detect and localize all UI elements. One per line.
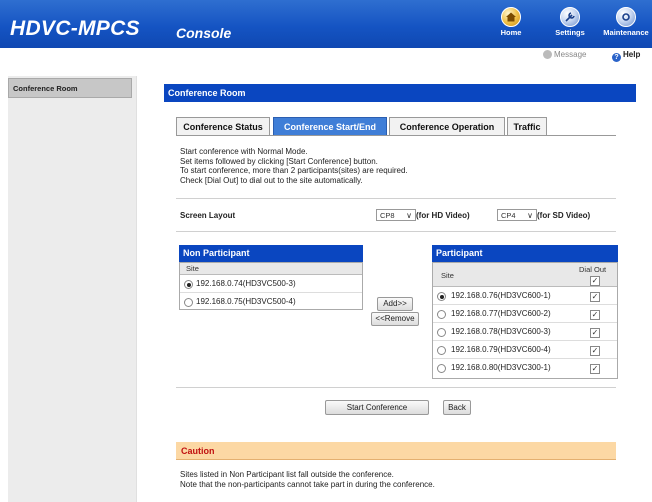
maintenance-icon	[616, 7, 636, 27]
row-site: 192.168.0.79(HD3VC600-4)	[451, 345, 551, 354]
description-line: Start conference with Normal Mode.	[180, 147, 308, 156]
table-row[interactable]: 192.168.0.79(HD3VC600-4) ✓	[433, 341, 617, 359]
message-link[interactable]: Message	[543, 50, 586, 59]
row-site: 192.168.0.77(HD3VC600-2)	[451, 309, 551, 318]
non-participant-site-header: Site	[180, 263, 362, 275]
message-label: Message	[554, 50, 587, 59]
hd-video-note: (for HD Video)	[416, 211, 470, 220]
description-line: Check [Dial Out] to dial out to the site…	[180, 175, 363, 185]
app-logo: HDVC-MPCS	[10, 17, 140, 40]
sd-layout-value: CP4	[501, 211, 516, 220]
caution-line: Sites listed in Non Participant list fal…	[180, 470, 394, 479]
tab-conference-operation[interactable]: Conference Operation	[389, 117, 505, 135]
divider	[176, 198, 616, 199]
home-button[interactable]: Home	[498, 7, 524, 37]
dial-out-all-checkbox[interactable]: ✓	[590, 276, 600, 286]
start-conference-button[interactable]: Start Conference	[325, 400, 429, 415]
settings-icon	[560, 7, 580, 27]
participant-table: Site Dial Out ✓ 192.168.0.76(HD3VC600-1)…	[432, 262, 618, 379]
description-line: To start conference, more than 2 partici…	[180, 166, 408, 175]
tab-underline	[176, 135, 616, 136]
maintenance-button[interactable]: Maintenance	[600, 7, 652, 37]
dial-out-checkbox[interactable]: ✓	[590, 364, 600, 374]
row-radio[interactable]	[437, 310, 446, 319]
participant-column-header: Site Dial Out ✓	[433, 263, 617, 287]
tab-conference-start-end[interactable]: Conference Start/End	[273, 117, 387, 135]
sd-layout-select[interactable]: CP4 ∨	[497, 209, 537, 221]
description: Start conference with Normal Mode. Set i…	[180, 147, 408, 185]
back-button[interactable]: Back	[443, 400, 471, 415]
dial-out-checkbox[interactable]: ✓	[590, 310, 600, 320]
dial-out-checkbox[interactable]: ✓	[590, 328, 600, 338]
table-row[interactable]: 192.168.0.77(HD3VC600-2) ✓	[433, 305, 617, 323]
dial-out-checkbox[interactable]: ✓	[590, 346, 600, 356]
divider	[176, 387, 616, 388]
sidebar: Conference Room	[8, 76, 137, 502]
home-label: Home	[500, 28, 522, 37]
row-radio[interactable]	[437, 292, 446, 301]
section-title: Console	[176, 25, 232, 41]
row-site: 192.168.0.80(HD3VC300-1)	[451, 363, 551, 372]
table-row[interactable]: 192.168.0.76(HD3VC600-1) ✓	[433, 287, 617, 305]
settings-label: Settings	[555, 28, 585, 37]
divider	[176, 231, 616, 232]
tab-traffic[interactable]: Traffic	[507, 117, 547, 135]
row-site: 192.168.0.78(HD3VC600-3)	[451, 327, 551, 336]
description-line: Set items followed by clicking [Start Co…	[180, 156, 378, 166]
dial-out-header: Dial Out	[579, 265, 607, 274]
app-header: HDVC-MPCS Console Home Settings Maintena…	[0, 0, 652, 48]
screen-layout-label: Screen Layout	[180, 211, 236, 220]
settings-button[interactable]: Settings	[552, 7, 588, 37]
sidebar-item-conference-room[interactable]: Conference Room	[8, 78, 132, 98]
table-row[interactable]: 192.168.0.80(HD3VC300-1) ✓	[433, 359, 617, 377]
help-link[interactable]: ? Help	[612, 50, 640, 62]
row-site: 192.168.0.75(HD3VC500-4)	[196, 297, 296, 306]
table-row[interactable]: 192.168.0.78(HD3VC600-3) ✓	[433, 323, 617, 341]
maintenance-label: Maintenance	[603, 28, 649, 37]
sd-video-note: (for SD Video)	[537, 211, 591, 220]
participant-header: Participant	[432, 245, 618, 262]
row-site: 192.168.0.76(HD3VC600-1)	[451, 291, 551, 300]
chevron-down-icon: ∨	[527, 211, 533, 220]
message-icon	[543, 50, 552, 59]
row-radio[interactable]	[437, 346, 446, 355]
home-icon	[501, 7, 521, 27]
row-site: 192.168.0.74(HD3VC500-3)	[196, 279, 296, 288]
hd-layout-value: CP8	[380, 211, 395, 220]
caution-line: Note that the non-participants cannot ta…	[180, 479, 435, 489]
participant-site-header: Site	[441, 271, 454, 280]
remove-button[interactable]: <<Remove	[371, 312, 419, 326]
table-row[interactable]: 192.168.0.74(HD3VC500-3)	[180, 275, 362, 293]
tab-conference-status[interactable]: Conference Status	[176, 117, 270, 135]
help-label: Help	[623, 50, 641, 59]
add-button[interactable]: Add>>	[377, 297, 413, 311]
hd-layout-select[interactable]: CP8 ∨	[376, 209, 416, 221]
row-radio[interactable]	[184, 280, 193, 289]
non-participant-table: Site 192.168.0.74(HD3VC500-3) 192.168.0.…	[179, 262, 363, 310]
page-title: Conference Room	[164, 84, 636, 102]
caution-header: Caution	[176, 442, 616, 460]
row-radio[interactable]	[437, 364, 446, 373]
help-icon: ?	[612, 53, 621, 62]
non-participant-header: Non Participant	[179, 245, 363, 262]
table-row[interactable]: 192.168.0.75(HD3VC500-4)	[180, 293, 362, 311]
row-radio[interactable]	[437, 328, 446, 337]
caution-text: Sites listed in Non Participant list fal…	[180, 470, 435, 489]
row-radio[interactable]	[184, 298, 193, 307]
chevron-down-icon: ∨	[406, 211, 412, 220]
dial-out-checkbox[interactable]: ✓	[590, 292, 600, 302]
